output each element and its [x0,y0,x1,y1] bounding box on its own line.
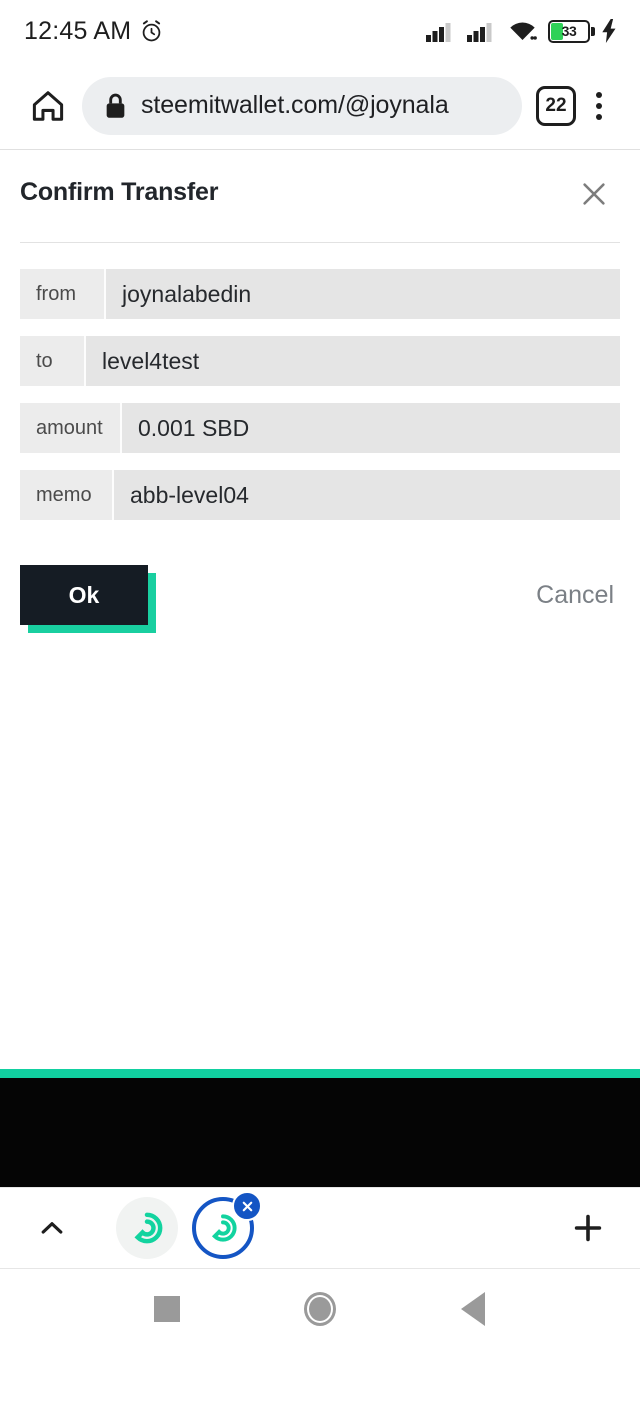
ok-button[interactable]: Ok [20,565,148,625]
battery-percent: 33 [561,23,577,39]
close-icon [579,179,609,209]
browser-tab[interactable] [116,1197,178,1259]
back-button[interactable] [440,1276,506,1342]
alarm-clock-icon [139,19,164,44]
transfer-details: from joynalabedin to level4test amount 0… [0,243,640,520]
cellular-signal-icon [426,20,456,42]
table-row: memo abb-level04 [20,470,620,520]
chevron-up-icon [37,1213,67,1243]
android-nav-bar [0,1269,640,1349]
home-button-nav[interactable] [287,1276,353,1342]
plus-icon [570,1210,606,1246]
tab-list [116,1191,560,1259]
recents-button[interactable] [134,1276,200,1342]
cancel-button[interactable]: Cancel [532,571,618,620]
home-button[interactable] [20,87,76,125]
home-icon [29,87,67,125]
close-dialog-button[interactable] [574,174,614,214]
dialog-actions: Ok Cancel [0,537,640,633]
lightning-bolt-icon [601,19,618,43]
back-triangle-icon [461,1292,486,1326]
url-bar[interactable]: steemitwallet.com/@joynala [82,76,522,135]
wifi-icon [508,20,537,43]
browser-tab-active[interactable] [192,1191,262,1259]
web-page-content: Confirm Transfer from joynalabedin to le… [0,150,640,1187]
overflow-menu-icon[interactable] [576,91,622,120]
steem-logo-icon [116,1197,178,1259]
status-bar: 12:45 AM 33 [0,0,640,62]
recents-square-icon [153,1296,180,1322]
footer-ghost-text [0,1078,640,1094]
phone-screen: 12:45 AM 33 steemitwallet.com/@joynala 2… [0,0,640,1422]
page-footer [0,1069,640,1187]
ok-button-wrapper: Ok [20,565,156,633]
lock-icon [104,93,127,119]
close-tab-icon[interactable] [232,1191,262,1221]
field-label-from: from [20,269,106,319]
tab-count-button[interactable]: 22 [536,85,576,126]
battery-icon: 33 [548,19,595,43]
home-circle-icon [303,1292,336,1326]
tab-strip [0,1187,640,1269]
expand-tabs-button[interactable] [24,1213,80,1243]
status-bar-right: 33 [426,19,618,43]
field-value-from: joynalabedin [122,280,252,307]
new-tab-button[interactable] [560,1210,616,1246]
status-clock: 12:45 AM [24,16,132,45]
field-value-memo: abb-level04 [130,481,249,508]
table-row: amount 0.001 SBD [20,403,620,453]
url-text: steemitwallet.com/@joynala [141,91,449,119]
field-label-memo: memo [20,470,114,520]
cellular-signal-icon [467,20,497,42]
status-bar-left: 12:45 AM [24,17,164,46]
dialog-header: Confirm Transfer [0,150,640,214]
field-value-to: level4test [102,347,200,374]
table-row: from joynalabedin [20,269,620,319]
table-row: to level4test [20,336,620,386]
page-title: Confirm Transfer [20,178,219,206]
field-label-to: to [20,336,86,386]
browser-toolbar: steemitwallet.com/@joynala 22 [0,62,640,150]
field-label-amount: amount [20,403,122,453]
field-value-amount: 0.001 SBD [138,414,250,441]
